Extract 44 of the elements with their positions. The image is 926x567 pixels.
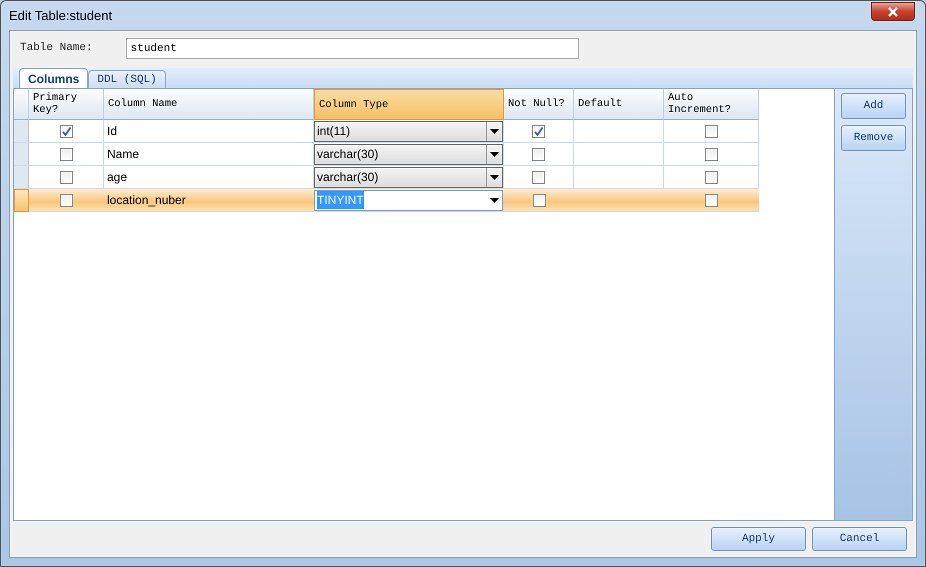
checkbox[interactable]: [704, 148, 718, 160]
close-button[interactable]: [871, 2, 915, 21]
table-cell-text: age: [107, 169, 128, 186]
checkbox[interactable]: [704, 124, 718, 138]
default-value-cell[interactable]: [574, 120, 664, 143]
tab[interactable]: Columns: [19, 68, 88, 88]
dialog-button[interactable]: Cancel: [812, 527, 907, 551]
checkbox[interactable]: [60, 148, 72, 160]
row-header[interactable]: [14, 189, 29, 212]
checkbox[interactable]: [705, 194, 718, 206]
dropdown-arrow-icon: [490, 152, 499, 156]
checkbox[interactable]: [704, 170, 718, 184]
table-cell-text: Id: [107, 123, 118, 140]
column-header-corner: [14, 89, 29, 120]
table-name-label: Table Name:: [20, 41, 93, 56]
close-icon: [887, 6, 899, 16]
dropdown-arrow-icon: [490, 128, 499, 134]
default-value-cell[interactable]: [574, 143, 664, 166]
column-header[interactable]: Default: [574, 89, 664, 120]
type-dropdown[interactable]: varchar(30): [314, 166, 503, 188]
window-title: Edit Table:student: [9, 6, 112, 25]
type-dropdown[interactable]: varchar(30): [314, 144, 503, 164]
column-header[interactable]: Column Type: [314, 89, 504, 120]
column-header[interactable]: Primary Key?: [29, 89, 104, 120]
side-button[interactable]: Remove: [841, 125, 906, 151]
table-name-field[interactable]: student: [126, 38, 579, 59]
column-header[interactable]: Auto Increment?: [664, 89, 759, 120]
type-dropdown[interactable]: int(11): [314, 120, 503, 142]
checkbox[interactable]: [532, 170, 545, 184]
column-header[interactable]: Column Name: [104, 89, 314, 120]
side-button[interactable]: Add: [841, 93, 906, 119]
dropdown-arrow-icon: [490, 198, 498, 202]
tab[interactable]: DDL (SQL): [88, 70, 166, 88]
checkbox[interactable]: [60, 124, 72, 138]
checkbox[interactable]: [532, 148, 545, 160]
dialog-button[interactable]: Apply: [711, 527, 806, 551]
checkbox[interactable]: [60, 194, 73, 206]
table-cell-text: Name: [107, 146, 140, 163]
column-header[interactable]: Not Null?: [504, 89, 574, 120]
checkbox[interactable]: [60, 170, 72, 184]
checkbox[interactable]: [532, 194, 546, 206]
table-cell-text: location_nuber: [107, 192, 186, 209]
dropdown-arrow-icon: [490, 174, 499, 180]
checkbox[interactable]: [532, 124, 545, 138]
